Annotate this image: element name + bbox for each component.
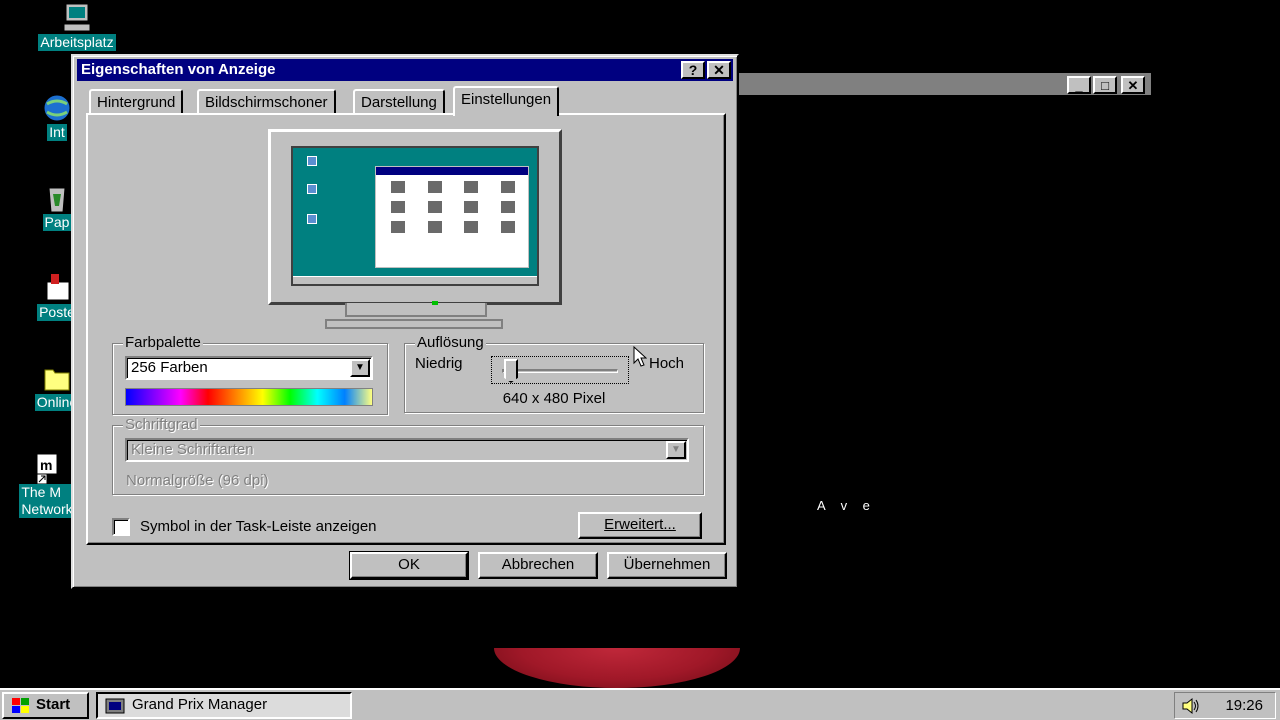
preview-taskbar (293, 276, 537, 284)
cancel-button[interactable]: Abbrechen (478, 552, 598, 579)
font-size-title: Schriftgrad (123, 416, 200, 434)
dialog-titlebar[interactable]: Eigenschaften von Anzeige ? ✕ (77, 59, 733, 81)
advanced-button[interactable]: Erweitert... (578, 512, 702, 539)
color-palette-title: Farbpalette (123, 334, 203, 352)
taskbar-icon-checkbox[interactable] (112, 518, 130, 536)
computer-icon (61, 2, 93, 34)
mouse-cursor-icon (633, 346, 647, 367)
ok-button[interactable]: OK (349, 551, 469, 580)
preview-desktop-icon (307, 156, 317, 166)
preview-desktop-icon (307, 214, 317, 224)
taskbar: Start Grand Prix Manager 19:26 (0, 688, 1280, 720)
color-palette-select[interactable]: 256 Farben ▼ (125, 356, 373, 380)
preview-desktop-icon (307, 184, 317, 194)
task-button-grand-prix-manager[interactable]: Grand Prix Manager (96, 692, 352, 719)
tab-einstellungen[interactable]: Einstellungen (453, 86, 560, 116)
apply-button[interactable]: Übernehmen (607, 552, 727, 579)
desktop-icon-label: Pap (42, 214, 72, 231)
resolution-group: Auflösung Niedrig Hoch 640 x 480 Pixel (404, 334, 704, 413)
minimize-button[interactable]: _ (1067, 76, 1091, 94)
font-size-value: Kleine Schriftarten (131, 441, 254, 458)
preview-window-titlebar (376, 167, 528, 175)
slider-thumb[interactable] (504, 359, 518, 383)
monitor-base (325, 319, 503, 329)
monitor-led (432, 301, 438, 305)
maximize-button[interactable]: □ (1093, 76, 1117, 94)
chevron-down-icon: ▼ (666, 441, 686, 459)
tab-bildschirmschoner[interactable]: Bildschirmschoner (197, 89, 336, 114)
desktop-icon-arbeitsplatz[interactable]: Arbeitsplatz (30, 2, 124, 51)
resolution-slider[interactable] (491, 356, 629, 384)
folder-icon (41, 362, 73, 394)
inbox-icon (41, 272, 73, 304)
taskbar-icon-checkbox-label[interactable]: Symbol in der Task-Leiste anzeigen (140, 518, 377, 535)
start-label: Start (36, 696, 71, 713)
display-properties-dialog: Eigenschaften von Anzeige ? ✕ Hintergrun… (71, 54, 739, 589)
windows-logo-icon (12, 698, 29, 713)
chevron-down-icon[interactable]: ▼ (350, 359, 370, 377)
font-size-note: Normalgröße (96 dpi) (126, 472, 269, 489)
globe-icon (41, 92, 73, 124)
desktop-icon-label: The M Network (19, 484, 75, 518)
monitor-preview (268, 129, 562, 305)
game-overlay-text: A v e (817, 498, 876, 513)
dialog-title: Eigenschaften von Anzeige (81, 61, 276, 78)
task-button-label: Grand Prix Manager (132, 696, 268, 713)
resolution-low-label: Niedrig (415, 355, 463, 372)
settings-panel: Farbpalette 256 Farben ▼ Auflösung Niedr… (86, 113, 726, 545)
color-palette-value: 256 Farben (131, 359, 208, 376)
msn-shortcut-icon: m (31, 452, 63, 485)
font-size-group: Schriftgrad Kleine Schriftarten ▼ Normal… (112, 416, 704, 495)
tab-hintergrund[interactable]: Hintergrund (89, 89, 184, 114)
resolution-value: 640 x 480 Pixel (502, 390, 606, 407)
preview-icon-grid (380, 181, 526, 233)
recycle-bin-icon (41, 182, 73, 214)
resolution-title: Auflösung (415, 334, 486, 352)
monitor-neck (345, 303, 487, 317)
tab-darstellung[interactable]: Darstellung (353, 89, 445, 114)
font-size-select: Kleine Schriftarten ▼ (125, 438, 689, 462)
help-button[interactable]: ? (681, 61, 705, 79)
color-spectrum-bar (125, 388, 373, 406)
svg-text:m: m (40, 457, 52, 473)
preview-screen (291, 146, 539, 286)
dialog-close-button[interactable]: ✕ (707, 61, 731, 79)
close-button[interactable]: ✕ (1121, 76, 1145, 94)
start-button[interactable]: Start (2, 692, 89, 719)
slider-track (502, 369, 618, 373)
desktop-icon-label: Int (47, 124, 67, 141)
system-tray: 19:26 (1174, 692, 1276, 719)
speaker-icon[interactable] (1181, 697, 1201, 715)
clock[interactable]: 19:26 (1225, 697, 1263, 714)
app-icon (105, 698, 125, 714)
resolution-high-label: Hoch (649, 355, 685, 372)
desktop-icon-label: Arbeitsplatz (38, 34, 116, 51)
color-palette-group: Farbpalette 256 Farben ▼ (112, 334, 388, 415)
game-graphic (494, 648, 740, 688)
preview-window (375, 166, 529, 268)
